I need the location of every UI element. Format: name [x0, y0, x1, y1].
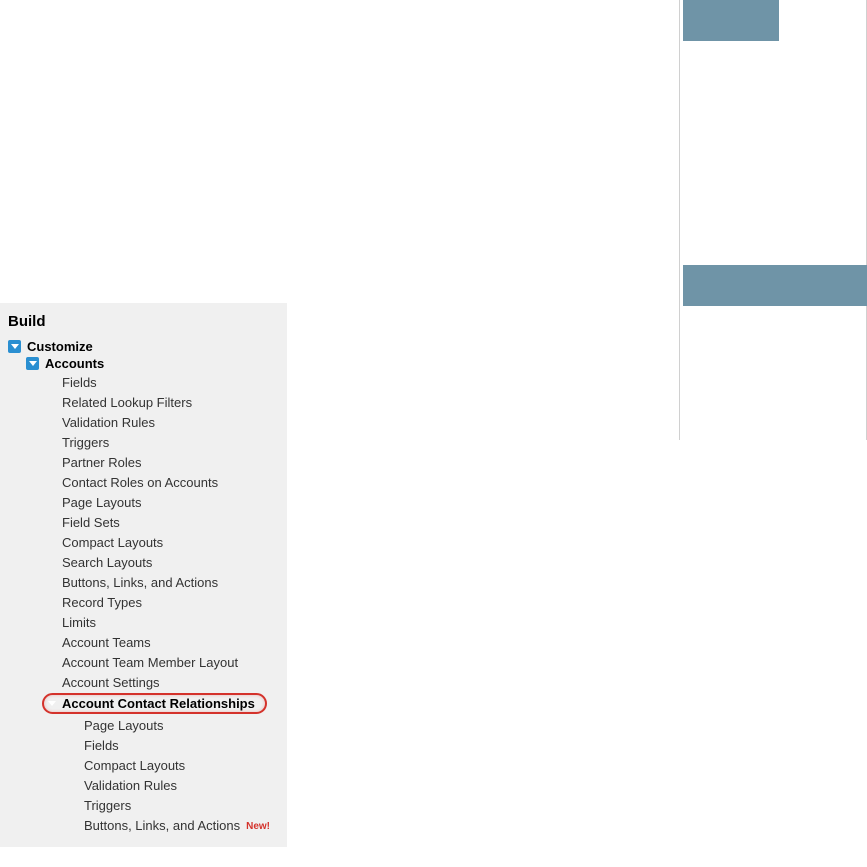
chevron-down-icon[interactable] — [8, 340, 21, 353]
chevron-down-icon[interactable] — [48, 701, 56, 706]
nav-search-layouts[interactable]: Search Layouts — [6, 552, 281, 572]
nav-acr-fields[interactable]: Fields — [6, 735, 281, 755]
top-placeholder-block — [683, 0, 779, 41]
nav-field-sets[interactable]: Field Sets — [6, 512, 281, 532]
nav-triggers[interactable]: Triggers — [6, 432, 281, 452]
nav-related-lookup-filters[interactable]: Related Lookup Filters — [6, 392, 281, 412]
section-header-build: Build — [6, 311, 281, 338]
nav-limits[interactable]: Limits — [6, 612, 281, 632]
nav-account-settings[interactable]: Account Settings — [6, 672, 281, 692]
nav-acr-triggers[interactable]: Triggers — [6, 795, 281, 815]
accounts-label[interactable]: Accounts — [45, 356, 104, 371]
nav-record-types[interactable]: Record Types — [6, 592, 281, 612]
nav-compact-layouts[interactable]: Compact Layouts — [6, 532, 281, 552]
customize-label[interactable]: Customize — [27, 339, 93, 354]
nav-acr-compact-layouts[interactable]: Compact Layouts — [6, 755, 281, 775]
setup-sidebar: Build Customize Accounts Fields Related … — [0, 303, 287, 847]
nav-partner-roles[interactable]: Partner Roles — [6, 452, 281, 472]
chevron-down-icon[interactable] — [26, 357, 39, 370]
nav-acr-validation-rules[interactable]: Validation Rules — [6, 775, 281, 795]
tree-node-account-contact-relationships[interactable]: Account Contact Relationships — [42, 693, 267, 714]
bottom-placeholder-block — [683, 265, 867, 306]
acr-label[interactable]: Account Contact Relationships — [62, 696, 255, 711]
nav-account-team-member-layout[interactable]: Account Team Member Layout — [6, 652, 281, 672]
tree-node-customize[interactable]: Customize — [6, 338, 281, 355]
nav-validation-rules[interactable]: Validation Rules — [6, 412, 281, 432]
nav-acr-buttons-links-actions[interactable]: Buttons, Links, and ActionsNew! — [6, 815, 281, 835]
nav-fields[interactable]: Fields — [6, 372, 281, 392]
nav-acr-page-layouts[interactable]: Page Layouts — [6, 715, 281, 735]
nav-buttons-links-actions[interactable]: Buttons, Links, and Actions — [6, 572, 281, 592]
tree-node-accounts[interactable]: Accounts — [6, 355, 281, 372]
nav-page-layouts[interactable]: Page Layouts — [6, 492, 281, 512]
nav-contact-roles-on-accounts[interactable]: Contact Roles on Accounts — [6, 472, 281, 492]
nav-account-teams[interactable]: Account Teams — [6, 632, 281, 652]
new-badge: New! — [246, 821, 270, 832]
right-panel — [679, 0, 867, 440]
